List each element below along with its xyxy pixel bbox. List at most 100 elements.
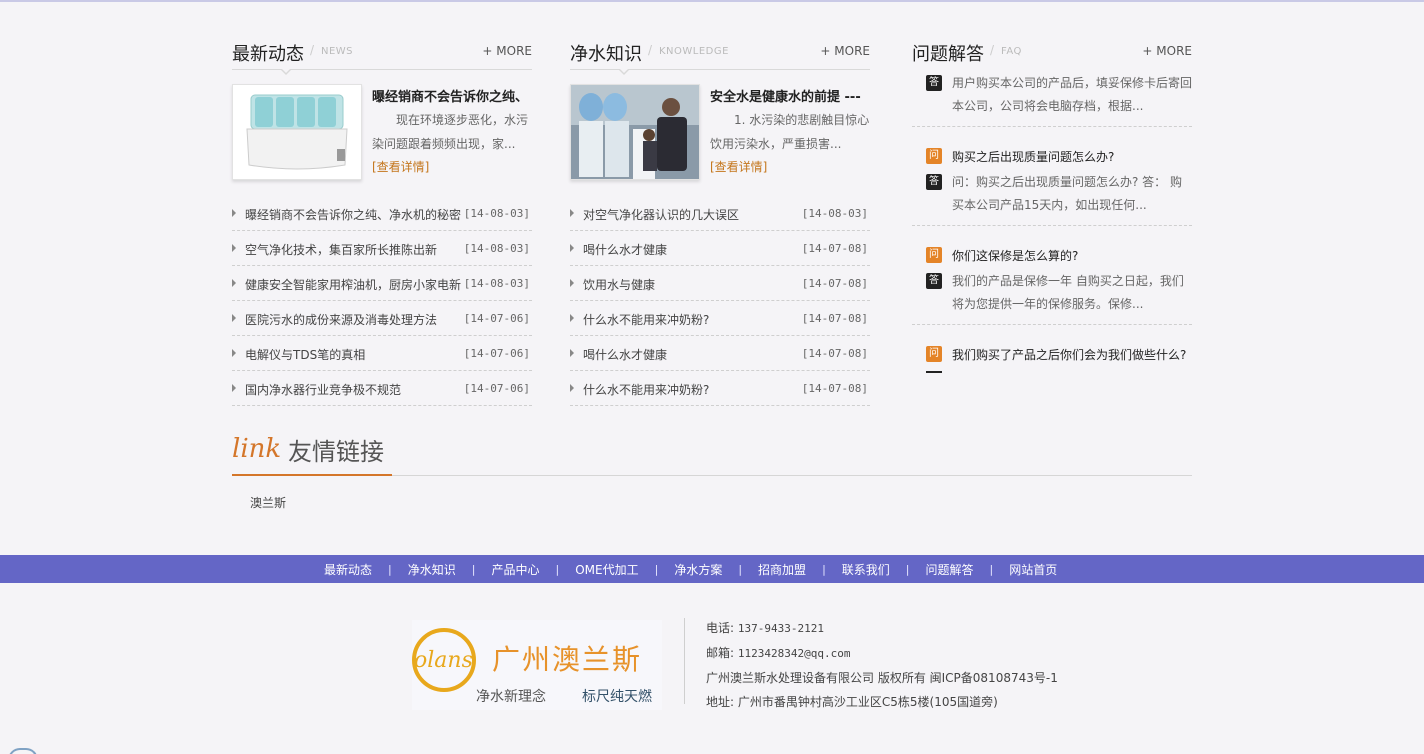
list-item[interactable]: 空气净化技术，集百家所长推陈出新 [14-08-03] bbox=[232, 231, 532, 266]
item-title[interactable]: 曝经销商不会告诉你之纯、净水机的秘密 bbox=[245, 206, 465, 223]
knowledge-detail-link[interactable]: [查看详情] bbox=[710, 158, 767, 175]
item-date: [14-08-03] bbox=[801, 207, 868, 220]
knowledge-feature-title[interactable]: 安全水是健康水的前提 --- bbox=[710, 86, 870, 105]
nav-item-contact[interactable]: 联系我们 bbox=[828, 561, 904, 578]
logo-mark: olans bbox=[414, 648, 473, 673]
footer-phone-row: 电话: 137-9433-2121 bbox=[706, 616, 1058, 641]
nav-separator: | bbox=[471, 562, 476, 576]
faq-question[interactable]: 问 购买之后出现质量问题怎么办? bbox=[926, 141, 1192, 171]
faq-answer: 答 用户购买本公司的产品后，填妥保修卡后寄回本公司，公司将会电脑存档，根据... bbox=[926, 70, 1192, 118]
nav-item-home[interactable]: 网站首页 bbox=[995, 561, 1071, 578]
list-item[interactable]: 对空气净化器认识的几大误区 [14-08-03] bbox=[570, 196, 870, 231]
news-detail-link[interactable]: [查看详情] bbox=[372, 158, 429, 175]
footer-logo[interactable]: olans 广州澳兰斯 净水新理念 标尺纯天燃 bbox=[412, 620, 662, 710]
arrow-icon bbox=[570, 279, 574, 287]
item-date: [14-07-08] bbox=[801, 347, 868, 360]
item-date: [14-07-08] bbox=[801, 277, 868, 290]
list-item[interactable]: 什么水不能用来冲奶粉? [14-07-08] bbox=[570, 371, 870, 406]
item-title[interactable]: 什么水不能用来冲奶粉? bbox=[583, 381, 803, 398]
nav-item-knowledge[interactable]: 净水知识 bbox=[394, 561, 470, 578]
nav-item-solutions[interactable]: 净水方案 bbox=[660, 561, 736, 578]
links-title: 友情链接 bbox=[288, 438, 384, 466]
nav-item-products[interactable]: 产品中心 bbox=[477, 561, 553, 578]
nav-item-faq[interactable]: 问题解答 bbox=[912, 561, 988, 578]
footer-nav: 最新动态 | 净水知识 | 产品中心 | OME代加工 | 净水方案 | 招商加盟 | 联系… bbox=[0, 555, 1424, 583]
arrow-icon bbox=[570, 349, 574, 357]
corner-partial-icon bbox=[8, 748, 38, 754]
knowledge-feature: 安全水是健康水的前提 --- 1. 水污染的悲剧触目惊心饮用污染水，严重损害..… bbox=[570, 70, 870, 196]
email-value[interactable]: 1123428342@qq.com bbox=[738, 647, 851, 660]
item-title[interactable]: 电解仪与TDS笔的真相 bbox=[245, 346, 465, 363]
knowledge-feature-desc: 1. 水污染的悲剧触目惊心饮用污染水，严重损害... bbox=[710, 113, 870, 151]
item-title[interactable]: 空气净化技术，集百家所长推陈出新 bbox=[245, 241, 465, 258]
item-date: [14-08-03] bbox=[463, 207, 530, 220]
item-date: [14-08-03] bbox=[463, 277, 530, 290]
item-title[interactable]: 饮用水与健康 bbox=[583, 276, 803, 293]
arrow-icon bbox=[232, 209, 236, 217]
knowledge-title: 净水知识 bbox=[570, 44, 642, 65]
knowledge-more-link[interactable]: + MORE bbox=[820, 44, 870, 58]
water-purifier-image[interactable] bbox=[232, 84, 362, 180]
faq-more-link[interactable]: + MORE bbox=[1142, 44, 1192, 58]
arrow-icon bbox=[232, 279, 236, 287]
faq-question[interactable]: 问 我们购买了产品之后你们会为我们做些什么? bbox=[926, 339, 1192, 369]
arrow-icon bbox=[570, 209, 574, 217]
logo-slogan: 标尺纯天燃 bbox=[582, 689, 652, 705]
friend-link[interactable]: 澳兰斯 bbox=[250, 494, 286, 511]
nav-item-franchise[interactable]: 招商加盟 bbox=[744, 561, 820, 578]
logo-slogan: 净水新理念 bbox=[476, 689, 546, 705]
list-item[interactable]: 国内净水器行业竞争极不规范 [14-07-06] bbox=[232, 371, 532, 406]
knowledge-column: 净水知识 / KNOWLEDGE + MORE 安全水是健康水的前提 --- 1… bbox=[570, 38, 870, 406]
faq-header: 问题解答 / FAQ + MORE bbox=[912, 38, 1192, 70]
nav-separator: | bbox=[822, 562, 826, 576]
item-title[interactable]: 什么水不能用来冲奶粉? bbox=[583, 311, 803, 328]
list-item[interactable]: 喝什么水才健康 [14-07-08] bbox=[570, 231, 870, 266]
nav-item-oem[interactable]: OME代加工 bbox=[561, 561, 652, 578]
nav-separator: | bbox=[555, 562, 560, 576]
list-item[interactable]: 健康安全智能家用榨油机，厨房小家电新 [14-08-03] bbox=[232, 266, 532, 301]
item-date: [14-07-08] bbox=[801, 312, 868, 325]
water-dispenser-photo[interactable] bbox=[570, 84, 700, 180]
nav-item-news[interactable]: 最新动态 bbox=[310, 561, 386, 578]
item-date: [14-07-06] bbox=[463, 312, 530, 325]
question-text[interactable]: 购买之后出现质量问题怎么办? bbox=[952, 148, 1114, 165]
title-divider: / bbox=[310, 43, 315, 57]
list-item[interactable]: 曝经销商不会告诉你之纯、净水机的秘密 [14-08-03] bbox=[232, 196, 532, 231]
item-title[interactable]: 喝什么水才健康 bbox=[583, 346, 803, 363]
nav-inner: 最新动态 | 净水知识 | 产品中心 | OME代加工 | 净水方案 | 招商加盟 | 联系… bbox=[310, 555, 1071, 583]
list-item[interactable]: 饮用水与健康 [14-07-08] bbox=[570, 266, 870, 301]
knowledge-en-title: KNOWLEDGE bbox=[659, 46, 729, 57]
list-item[interactable]: 医院污水的成份来源及消毒处理方法 [14-07-06] bbox=[232, 301, 532, 336]
address-label: 地址: bbox=[706, 695, 735, 709]
news-feature-desc: 现在环境逐步恶化，水污染问题跟着频频出现，家... bbox=[372, 113, 529, 151]
list-item[interactable]: 什么水不能用来冲奶粉? [14-07-08] bbox=[570, 301, 870, 336]
item-title[interactable]: 健康安全智能家用榨油机，厨房小家电新 bbox=[245, 276, 465, 293]
news-feature-title[interactable]: 曝经销商不会告诉你之纯、 bbox=[372, 86, 532, 105]
question-text[interactable]: 你们这保修是怎么算的? bbox=[952, 247, 1078, 264]
question-text[interactable]: 我们购买了产品之后你们会为我们做些什么? bbox=[952, 346, 1186, 363]
item-date: [14-07-08] bbox=[801, 242, 868, 255]
question-badge: 问 bbox=[926, 247, 942, 263]
news-feature: 曝经销商不会告诉你之纯、 现在环境逐步恶化，水污染问题跟着频频出现，家... [… bbox=[232, 70, 532, 196]
faq-item: 问 我们购买了产品之后你们会为我们做些什么? bbox=[912, 325, 1192, 373]
news-more-link[interactable]: + MORE bbox=[482, 44, 532, 58]
answer-text: 用户购买本公司的产品后，填妥保修卡后寄回本公司，公司将会电脑存档，根据... bbox=[952, 76, 1193, 113]
list-item[interactable]: 喝什么水才健康 [14-07-08] bbox=[570, 336, 870, 371]
arrow-icon bbox=[232, 244, 236, 252]
news-header: 最新动态 / NEWS + MORE bbox=[232, 38, 532, 75]
faq-column: 问题解答 / FAQ + MORE 答 用户购买本公司的产品后，填妥保修卡后寄回… bbox=[912, 38, 1192, 373]
item-title[interactable]: 国内净水器行业竞争极不规范 bbox=[245, 381, 465, 398]
address-value: 广州市番禺钟村高沙工业区C5栋5楼(105国道旁) bbox=[737, 695, 998, 709]
answer-badge: 答 bbox=[926, 174, 942, 190]
nav-separator: | bbox=[738, 562, 743, 576]
item-title[interactable]: 医院污水的成份来源及消毒处理方法 bbox=[245, 311, 465, 328]
list-item[interactable]: 电解仪与TDS笔的真相 [14-07-06] bbox=[232, 336, 532, 371]
title-divider: / bbox=[648, 43, 653, 57]
item-title[interactable]: 喝什么水才健康 bbox=[583, 241, 803, 258]
faq-question[interactable]: 问 你们这保修是怎么算的? bbox=[926, 240, 1192, 270]
item-title[interactable]: 对空气净化器认识的几大误区 bbox=[583, 206, 803, 223]
question-badge: 问 bbox=[926, 346, 942, 362]
nav-separator: | bbox=[654, 562, 659, 576]
item-date: [14-08-03] bbox=[463, 242, 530, 255]
faq-item: 问 购买之后出现质量问题怎么办? 答 问：购买之后出现质量问题怎么办? 答： 购… bbox=[912, 127, 1192, 226]
